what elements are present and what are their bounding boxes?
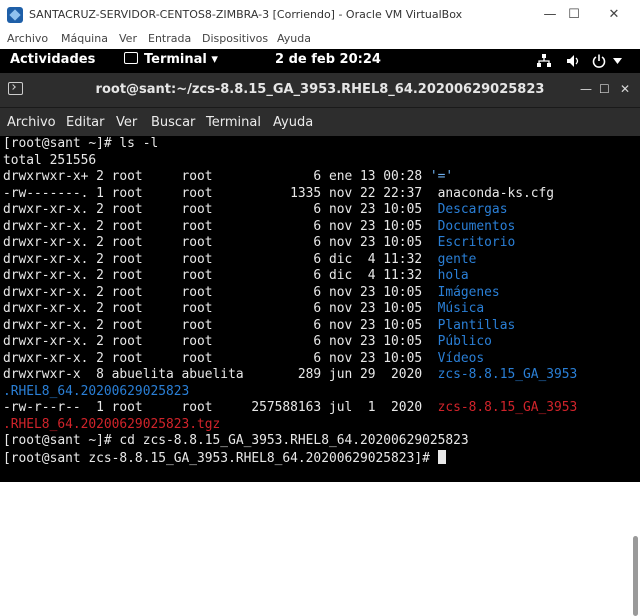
file-name: hola <box>437 268 469 283</box>
minimize-icon[interactable]: — <box>580 82 592 96</box>
terminal-line: .RHEL8_64.20200629025823 <box>3 384 577 401</box>
file-name: .RHEL8_64.20200629025823 <box>3 383 190 399</box>
menu-dispositivos[interactable]: Dispositivos <box>202 32 268 45</box>
file-name: .RHEL8_64.20200629025823.tgz <box>3 416 221 432</box>
menu-ayuda[interactable]: Ayuda <box>277 32 311 45</box>
terminal-line-text: drwxr-xr-x. 2 root root 6 nov 23 10:05 <box>3 334 438 349</box>
terminal-line: [root@sant ~]# cd zcs-8.8.15_GA_3953.RHE… <box>3 433 577 450</box>
terminal-line: .RHEL8_64.20200629025823.tgz <box>3 417 577 434</box>
terminal-line-text: drwxr-xr-x. 2 root root 6 dic 4 11:32 <box>3 268 438 283</box>
vbox-menubar: Archivo Máquina Ver Entrada Dispositivos… <box>0 30 640 49</box>
file-name: Descargas <box>437 202 508 217</box>
menu-entrada[interactable]: Entrada <box>148 32 191 45</box>
term-menu-terminal[interactable]: Terminal <box>206 115 261 130</box>
terminal-line-text: -rw-------. 1 root root 1335 nov 22 22:3… <box>3 185 438 201</box>
terminal-line-text: drwxr-xr-x. 2 root root 6 nov 23 10:05 <box>3 317 438 333</box>
file-name: Música <box>437 301 485 316</box>
file-name: Documentos <box>437 218 516 234</box>
terminal-line: drwxr-xr-x. 2 root root 6 dic 4 11:32 ho… <box>3 268 577 285</box>
menu-ver[interactable]: Ver <box>119 32 137 45</box>
terminal-line: drwxr-xr-x. 2 root root 6 dic 4 11:32 ge… <box>3 252 577 269</box>
terminal-headerbar: root@sant:~/zcs-8.8.15_GA_3953.RHEL8_64.… <box>0 73 640 108</box>
file-name: '=' <box>429 169 454 184</box>
terminal-text: [root@sant ~]# ls -l total 251556 drwxrwxr… <box>3 136 577 467</box>
vbox-titlebar: SANTACRUZ-SERVIDOR-CENTOS8-ZIMBRA-3 [Cor… <box>0 0 640 30</box>
terminal-output[interactable]: [root@sant ~]# ls -l total 251556 drwxrwxr… <box>0 136 640 616</box>
terminal-line: drwxr-xr-x. 2 root root 6 nov 23 10:05 I… <box>3 285 577 302</box>
terminal-menubar: Archivo Editar Ver Buscar Terminal Ayuda <box>0 108 640 136</box>
term-menu-buscar[interactable]: Buscar <box>151 115 195 130</box>
terminal-line-text: [root@sant ~]# cd zcs-8.8.15_GA_3953.RHE… <box>3 433 469 448</box>
virtualbox-logo-icon <box>7 7 23 23</box>
terminal-line-text: total 251556 <box>3 152 97 168</box>
gnome-top-bar: Actividades Terminal ▾ 2 de feb 20:24 <box>0 49 640 73</box>
file-name: zcs-8.8.15_GA_3953 <box>437 367 578 382</box>
terminal-line: [root@sant zcs-8.8.15_GA_3953.RHEL8_64.2… <box>3 449 577 468</box>
file-name: gente <box>437 251 477 267</box>
network-icon[interactable] <box>537 54 551 68</box>
clock[interactable]: 2 de feb 20:24 <box>275 52 381 67</box>
terminal-line-text: drwxr-xr-x. 2 root root 6 nov 23 10:05 <box>3 350 438 366</box>
scrollbar[interactable] <box>633 536 638 616</box>
terminal-line: -rw-------. 1 root root 1335 nov 22 22:3… <box>3 186 577 203</box>
terminal-line-text: drwxr-xr-x. 2 root root 6 nov 23 10:05 <box>3 284 438 300</box>
file-name: Vídeos <box>437 350 485 366</box>
term-menu-ayuda[interactable]: Ayuda <box>273 115 313 130</box>
terminal-line-text: [root@sant ~]# ls -l <box>3 136 159 151</box>
terminal-line-text: drwxr-xr-x. 2 root root 6 nov 23 10:05 <box>3 301 438 316</box>
maximize-icon[interactable]: ☐ <box>599 82 610 96</box>
terminal-line: -rw-r--r-- 1 root root 257588163 jul 1 2… <box>3 400 577 417</box>
terminal-title: root@sant:~/zcs-8.8.15_GA_3953.RHEL8_64.… <box>95 82 545 97</box>
file-name: anaconda-ks.cfg <box>437 185 555 201</box>
term-menu-ver[interactable]: Ver <box>116 115 137 130</box>
terminal-line: drwxrwxr-x+ 2 root root 6 ene 13 00:28 '… <box>3 169 577 186</box>
file-name: Plantillas <box>437 317 516 333</box>
close-icon[interactable]: ✕ <box>620 82 630 96</box>
terminal-line: drwxr-xr-x. 2 root root 6 nov 23 10:05 E… <box>3 235 577 252</box>
activities-button[interactable]: Actividades <box>10 52 95 67</box>
volume-icon[interactable] <box>566 54 580 68</box>
chevron-down-icon[interactable] <box>613 58 622 64</box>
terminal-line: drwxr-xr-x. 2 root root 6 nov 23 10:05 P… <box>3 334 577 351</box>
terminal-line-text: drwxr-xr-x. 2 root root 6 nov 23 10:05 <box>3 202 438 217</box>
terminal-line: drwxr-xr-x. 2 root root 6 nov 23 10:05 M… <box>3 301 577 318</box>
close-button[interactable]: ✕ <box>596 4 632 26</box>
terminal-line-text: [root@sant zcs-8.8.15_GA_3953.RHEL8_64.2… <box>3 450 438 466</box>
text-cursor <box>437 449 446 464</box>
terminal-line: drwxr-xr-x. 2 root root 6 nov 23 10:05 V… <box>3 351 577 368</box>
terminal-line: drwxr-xr-x. 2 root root 6 nov 23 10:05 D… <box>3 219 577 236</box>
terminal-icon <box>124 52 138 64</box>
app-menu-label: Terminal ▾ <box>144 52 218 67</box>
terminal-line: drwxrwxr-x 8 abuelita abuelita 289 jun 2… <box>3 367 577 384</box>
terminal-line-text: -rw-r--r-- 1 root root 257588163 jul 1 2… <box>3 400 438 415</box>
terminal-line-text: drwxr-xr-x. 2 root root 6 nov 23 10:05 <box>3 218 438 234</box>
terminal-line-text: drwxr-xr-x. 2 root root 6 nov 23 10:05 <box>3 235 438 250</box>
terminal-line: drwxr-xr-x. 2 root root 6 nov 23 10:05 P… <box>3 318 577 335</box>
terminal-line-text: drwxr-xr-x. 2 root root 6 dic 4 11:32 <box>3 251 438 267</box>
window-title: SANTACRUZ-SERVIDOR-CENTOS8-ZIMBRA-3 [Cor… <box>29 8 463 21</box>
menu-archivo[interactable]: Archivo <box>7 32 48 45</box>
file-name: Público <box>437 334 492 349</box>
menu-maquina[interactable]: Máquina <box>61 32 108 45</box>
term-menu-editar[interactable]: Editar <box>66 115 105 130</box>
terminal-line: total 251556 <box>3 153 577 170</box>
term-menu-archivo[interactable]: Archivo <box>7 115 56 130</box>
terminal-line-text: drwxrwxr-x+ 2 root root 6 ene 13 00:28 <box>3 169 430 184</box>
terminal-line: drwxr-xr-x. 2 root root 6 nov 23 10:05 D… <box>3 202 577 219</box>
file-name: zcs-8.8.15_GA_3953 <box>437 400 578 415</box>
terminal-line: [root@sant ~]# ls -l <box>3 136 577 153</box>
power-icon[interactable] <box>592 54 606 68</box>
app-menu-terminal[interactable]: Terminal ▾ <box>124 52 218 67</box>
file-name: Escritorio <box>437 235 516 250</box>
file-name: Imágenes <box>437 284 500 300</box>
maximize-button[interactable]: ☐ <box>556 4 592 26</box>
terminal-line-text: drwxrwxr-x 8 abuelita abuelita 289 jun 2… <box>3 367 438 382</box>
